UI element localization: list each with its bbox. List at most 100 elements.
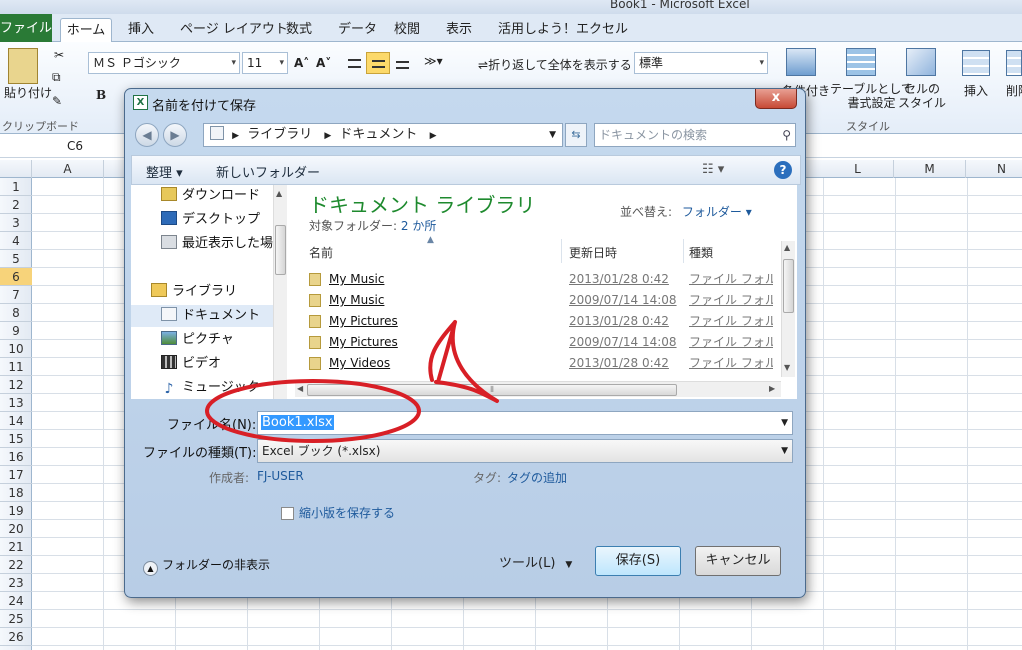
- align-top-button[interactable]: [342, 52, 366, 74]
- delete-cells-button[interactable]: 削除: [1006, 82, 1022, 99]
- author-value[interactable]: FJ-USER: [257, 469, 304, 483]
- tab-data[interactable]: データ: [338, 18, 377, 42]
- breadcrumb-libraries[interactable]: ライブラリ: [247, 127, 312, 142]
- row-header[interactable]: 3: [0, 214, 32, 232]
- bold-button[interactable]: B: [96, 88, 106, 102]
- row-header[interactable]: 14: [0, 412, 32, 430]
- cell-styles-button[interactable]: セルの スタイル: [898, 82, 946, 110]
- save-thumbnail-label[interactable]: 縮小版を保存する: [299, 504, 395, 521]
- row-header[interactable]: 17: [0, 466, 32, 484]
- row-header[interactable]: 15: [0, 430, 32, 448]
- nav-scrollbar[interactable]: ▲: [273, 185, 287, 399]
- tab-file[interactable]: ファイル: [0, 14, 52, 42]
- row-header[interactable]: 16: [0, 448, 32, 466]
- orientation-icon[interactable]: ≫▾: [424, 54, 443, 68]
- cancel-button[interactable]: キャンセル: [695, 546, 781, 576]
- nav-item-videos[interactable]: ビデオ: [161, 353, 221, 375]
- file-row[interactable]: My Videos 2013/01/28 0:42 ファイル フォルダー: [305, 353, 780, 374]
- shrink-font-button[interactable]: A˅: [316, 56, 331, 70]
- tab-custom[interactable]: 活用しよう！エクセル: [498, 18, 628, 42]
- select-all-corner[interactable]: [0, 160, 32, 178]
- row-header[interactable]: 5: [0, 250, 32, 268]
- file-scroll-thumb[interactable]: [783, 259, 794, 313]
- row-header[interactable]: 13: [0, 394, 32, 412]
- row-header[interactable]: 1: [0, 178, 32, 196]
- address-bar[interactable]: ▶ ライブラリ ▶ ドキュメント ▶ ▼: [203, 123, 563, 147]
- font-size-select[interactable]: 11 ▾: [242, 52, 288, 74]
- file-list-horizontal-scrollbar[interactable]: ◀ ⦀ ▶: [295, 381, 781, 397]
- chevron-down-icon[interactable]: ▼: [549, 124, 556, 146]
- table-format-icon[interactable]: [846, 48, 876, 76]
- paste-icon[interactable]: [8, 48, 38, 84]
- nav-item-pictures[interactable]: ピクチャ: [161, 329, 234, 351]
- nav-item-recent[interactable]: 最近表示した場所: [161, 233, 286, 255]
- file-row[interactable]: My Music 2009/07/14 14:08 ファイル フォルダー: [305, 290, 780, 311]
- column-header[interactable]: A: [32, 160, 104, 178]
- paste-button[interactable]: 貼り付け: [4, 84, 52, 101]
- scroll-up-icon[interactable]: ▲: [784, 243, 790, 252]
- row-header[interactable]: 22: [0, 556, 32, 574]
- help-icon[interactable]: ?: [774, 161, 792, 179]
- row-header[interactable]: 20: [0, 520, 32, 538]
- refresh-button[interactable]: ⇆: [565, 123, 587, 147]
- file-row[interactable]: My Music 2013/01/28 0:42 ファイル フォルダー: [305, 269, 780, 290]
- number-format-select[interactable]: 標準 ▾: [634, 52, 768, 74]
- organize-button[interactable]: 整理 ▾: [146, 162, 183, 181]
- row-header[interactable]: 12: [0, 376, 32, 394]
- breadcrumb-documents[interactable]: ドキュメント: [339, 127, 417, 142]
- font-name-select[interactable]: ＭＳ Ｐゴシック ▾: [88, 52, 240, 74]
- tab-insert[interactable]: 挿入: [128, 18, 154, 42]
- column-header-modified[interactable]: 更新日時: [569, 243, 617, 263]
- row-header[interactable]: 21: [0, 538, 32, 556]
- tab-review[interactable]: 校閲: [394, 18, 420, 42]
- row-header[interactable]: 26: [0, 628, 32, 646]
- file-list-vertical-scrollbar[interactable]: ▲ ▼: [781, 241, 795, 377]
- tag-value[interactable]: タグの追加: [507, 469, 567, 486]
- tab-formulas[interactable]: 数式: [286, 18, 312, 42]
- save-button[interactable]: 保存(S): [595, 546, 681, 576]
- nav-item-downloads[interactable]: ダウンロード: [161, 185, 260, 207]
- tab-view[interactable]: 表示: [446, 18, 472, 42]
- tab-home[interactable]: ホーム: [60, 18, 112, 42]
- file-row[interactable]: My Pictures 2009/07/14 14:08 ファイル フォルダー: [305, 332, 780, 353]
- row-header[interactable]: 4: [0, 232, 32, 250]
- horizontal-scroll-thumb[interactable]: ⦀: [307, 384, 677, 396]
- row-header[interactable]: 24: [0, 592, 32, 610]
- chevron-down-icon[interactable]: ▼: [781, 412, 788, 434]
- copy-icon[interactable]: ⧉: [52, 70, 61, 85]
- row-header[interactable]: 8: [0, 304, 32, 322]
- column-header[interactable]: L: [822, 160, 894, 178]
- nav-item-desktop[interactable]: デスクトップ: [161, 209, 260, 231]
- column-header[interactable]: M: [894, 160, 966, 178]
- column-header-name[interactable]: 名前: [309, 243, 333, 263]
- view-options-icon[interactable]: ☷ ▾: [702, 162, 724, 177]
- nav-scroll-thumb[interactable]: [275, 225, 286, 275]
- forward-button[interactable]: ▶: [163, 123, 187, 147]
- insert-cells-icon[interactable]: [962, 50, 990, 76]
- new-folder-button[interactable]: 新しいフォルダー: [216, 162, 320, 181]
- close-button[interactable]: x: [755, 89, 797, 109]
- format-painter-icon[interactable]: ✎: [52, 94, 62, 108]
- nav-item-libraries[interactable]: ライブラリ: [151, 281, 237, 303]
- sort-dropdown[interactable]: フォルダー ▾: [682, 205, 752, 219]
- scroll-down-icon[interactable]: ▼: [784, 363, 790, 372]
- cell-style-icon[interactable]: [906, 48, 936, 76]
- hide-folders-button[interactable]: ▲ フォルダーの非表示: [143, 556, 270, 576]
- nav-item-music[interactable]: ♪ ミュージック: [161, 377, 260, 399]
- row-header[interactable]: 9: [0, 322, 32, 340]
- row-header[interactable]: 10: [0, 340, 32, 358]
- grow-font-button[interactable]: A˄: [294, 56, 309, 70]
- nav-item-documents[interactable]: ドキュメント: [131, 305, 273, 327]
- scroll-right-icon[interactable]: ▶: [769, 384, 775, 393]
- row-header[interactable]: 19: [0, 502, 32, 520]
- tab-page-layout[interactable]: ページ レイアウト: [180, 18, 288, 42]
- filetype-select[interactable]: Excel ブック (*.xlsx) ▼: [257, 439, 793, 463]
- column-header-type[interactable]: 種類: [689, 243, 713, 263]
- column-header[interactable]: N: [966, 160, 1022, 178]
- scroll-left-icon[interactable]: ◀: [297, 384, 303, 393]
- file-row[interactable]: My Pictures 2013/01/28 0:42 ファイル フォルダー: [305, 311, 780, 332]
- save-thumbnail-checkbox[interactable]: [281, 507, 294, 520]
- row-header[interactable]: 7: [0, 286, 32, 304]
- cut-icon[interactable]: ✂: [54, 48, 64, 62]
- row-header[interactable]: 18: [0, 484, 32, 502]
